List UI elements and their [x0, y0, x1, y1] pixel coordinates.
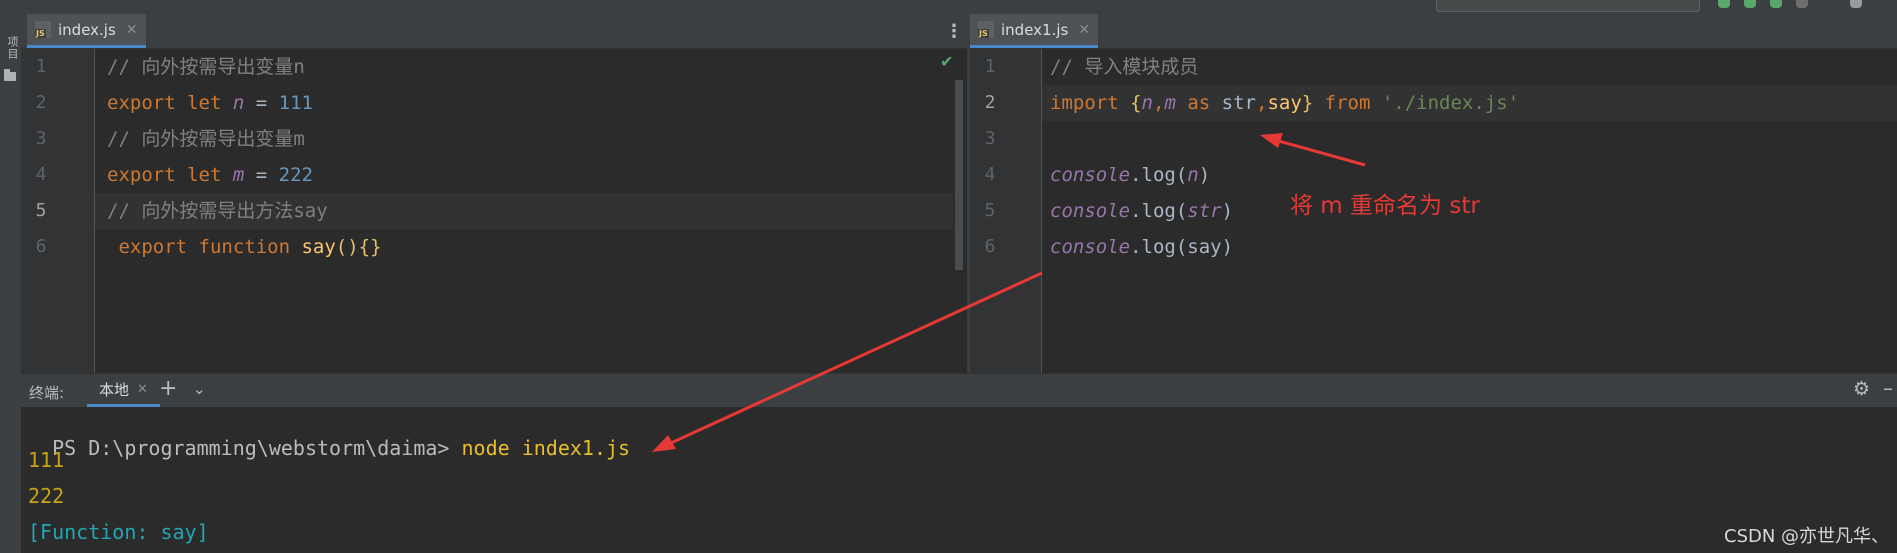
arrow-head-rename — [1260, 133, 1283, 148]
arrow-to-rename — [1267, 136, 1366, 167]
annotation-arrows — [652, 133, 1366, 452]
arrow-to-output — [659, 271, 1043, 450]
arrow-head-output — [652, 435, 676, 452]
